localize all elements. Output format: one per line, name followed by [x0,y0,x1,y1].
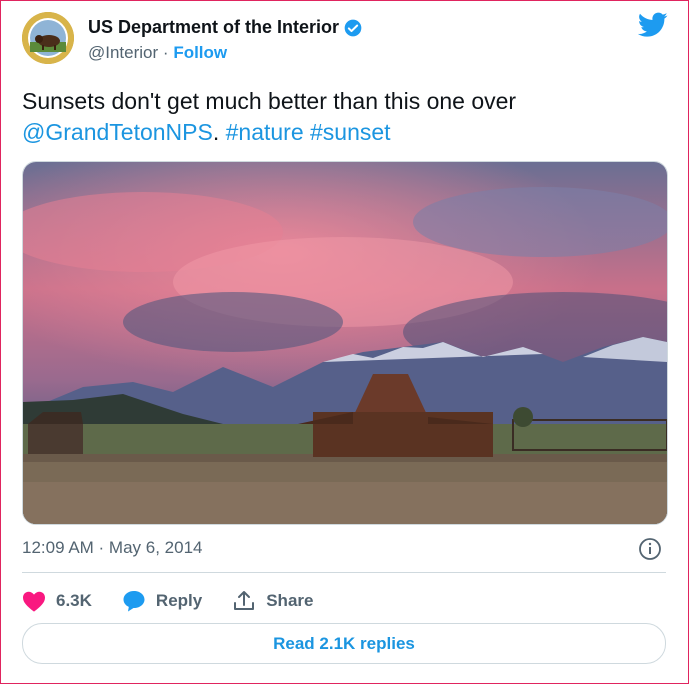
account-name[interactable]: US Department of the Interior [88,17,339,38]
tweet-timestamp[interactable]: 12:09 AM · May 6, 2014 [22,538,203,558]
account-handle[interactable]: @Interior [88,43,158,62]
reply-button[interactable]: Reply [122,590,202,612]
sunset-barn-photo [23,162,667,524]
share-icon [234,591,255,610]
tweet-header: US Department of the Interior @Interior … [22,12,672,72]
mention-link[interactable]: @GrandTetonNPS [22,119,213,145]
tweet-actions: 6.3K Reply Share [22,588,343,614]
share-label: Share [266,591,314,610]
reply-label: Reply [155,591,203,610]
tweet-photo[interactable] [22,161,668,525]
verified-badge-icon [344,19,362,36]
info-icon[interactable] [638,537,662,561]
tweet-body: Sunsets don't get much better than this … [22,88,517,114]
tweet-text: Sunsets don't get much better than this … [22,86,662,148]
like-count: 6.3K [56,591,92,610]
reply-bubble-icon [123,591,145,612]
follow-button[interactable]: Follow [173,43,227,62]
interior-seal-icon [22,12,74,64]
share-button[interactable]: Share [232,590,313,612]
hashtag-sunset-link[interactable]: #sunset [310,119,391,145]
tweet-period: . [212,119,220,145]
divider [22,572,666,573]
avatar[interactable] [22,12,74,64]
heart-icon [23,591,45,612]
like-button[interactable]: 6.3K [22,590,92,612]
twitter-bird-icon[interactable] [638,12,668,38]
read-replies-button[interactable]: Read 2.1K replies [22,623,666,664]
handle-separator: · [162,43,169,62]
hashtag-nature-link[interactable]: #nature [226,119,304,145]
